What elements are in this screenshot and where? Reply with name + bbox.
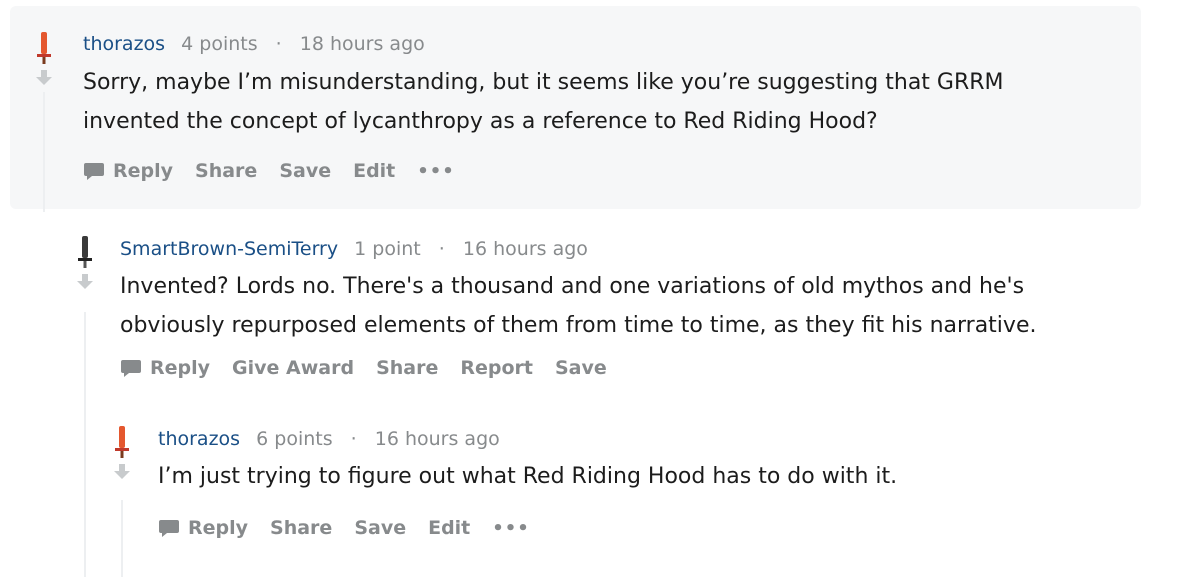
comment-1-votes (34, 30, 54, 86)
sword-upvote-icon[interactable] (75, 234, 95, 270)
share-button[interactable]: Share (195, 160, 257, 182)
comment-timestamp[interactable]: 18 hours ago (300, 33, 425, 55)
share-button[interactable]: Share (270, 517, 332, 539)
save-button[interactable]: Save (279, 160, 331, 182)
give-award-button[interactable]: Give Award (232, 357, 354, 379)
comment-body-line: Sorry, maybe I’m misunderstanding, but i… (83, 70, 1004, 95)
comment-3-votes (112, 424, 132, 480)
share-button[interactable]: Share (376, 357, 438, 379)
meta-separator: · (350, 428, 357, 450)
comment-timestamp[interactable]: 16 hours ago (375, 428, 500, 450)
reply-button[interactable]: Reply (158, 517, 248, 539)
report-button[interactable]: Report (460, 357, 533, 379)
comment-points: 1 point (354, 238, 421, 260)
save-button[interactable]: Save (555, 357, 607, 379)
sword-upvote-icon[interactable] (112, 424, 132, 460)
reply-button[interactable]: Reply (83, 160, 173, 182)
comment-body-line: obviously repurposed elements of them fr… (120, 313, 1037, 338)
comment-2-votes (75, 234, 95, 290)
comment-2-meta: SmartBrown-SemiTerry 1 point · 16 hours … (120, 238, 588, 260)
more-options-icon[interactable]: ••• (417, 161, 455, 182)
comment-timestamp[interactable]: 16 hours ago (463, 238, 588, 260)
edit-button[interactable]: Edit (353, 160, 395, 182)
comment-3-body: I’m just trying to figure out what Red R… (158, 457, 897, 496)
speech-bubble-icon (121, 360, 141, 377)
thread-line[interactable] (43, 92, 45, 212)
comment-author[interactable]: thorazos (83, 33, 165, 55)
downvote-arrow-icon[interactable] (75, 274, 95, 290)
comment-2-body: Invented? Lords no. There's a thousand a… (120, 267, 1036, 345)
comment-author[interactable]: thorazos (158, 428, 240, 450)
meta-separator: · (438, 238, 445, 260)
comment-points: 4 points (181, 33, 258, 55)
thread-line[interactable] (121, 500, 123, 577)
save-button[interactable]: Save (354, 517, 406, 539)
speech-bubble-icon (84, 163, 104, 180)
thread-line[interactable] (84, 312, 86, 577)
more-options-icon[interactable]: ••• (492, 518, 530, 539)
comment-3-meta: thorazos 6 points · 16 hours ago (158, 428, 500, 450)
comment-points: 6 points (256, 428, 333, 450)
downvote-arrow-icon[interactable] (112, 464, 132, 480)
comment-1-actions: Reply Share Save Edit ••• (83, 160, 477, 182)
comment-body-line: I’m just trying to figure out what Red R… (158, 464, 898, 489)
comment-body-line: Invented? Lords no. There's a thousand a… (120, 274, 1025, 299)
sword-upvote-icon[interactable] (34, 30, 54, 66)
reply-label: Reply (188, 517, 249, 539)
comment-1-meta: thorazos 4 points · 18 hours ago (83, 33, 425, 55)
meta-separator: · (275, 33, 282, 55)
comment-author[interactable]: SmartBrown-SemiTerry (120, 238, 338, 260)
downvote-arrow-icon[interactable] (34, 70, 54, 86)
reply-button[interactable]: Reply (120, 357, 210, 379)
comment-3-actions: Reply Share Save Edit ••• (158, 517, 552, 539)
reply-label: Reply (113, 160, 174, 182)
comment-body-line: invented the concept of lycanthropy as a… (83, 109, 878, 134)
edit-button[interactable]: Edit (428, 517, 470, 539)
comment-2-actions: Reply Give Award Share Report Save (120, 357, 629, 379)
reply-label: Reply (150, 357, 211, 379)
speech-bubble-icon (159, 520, 179, 537)
comment-1-body: Sorry, maybe I’m misunderstanding, but i… (83, 63, 1004, 141)
